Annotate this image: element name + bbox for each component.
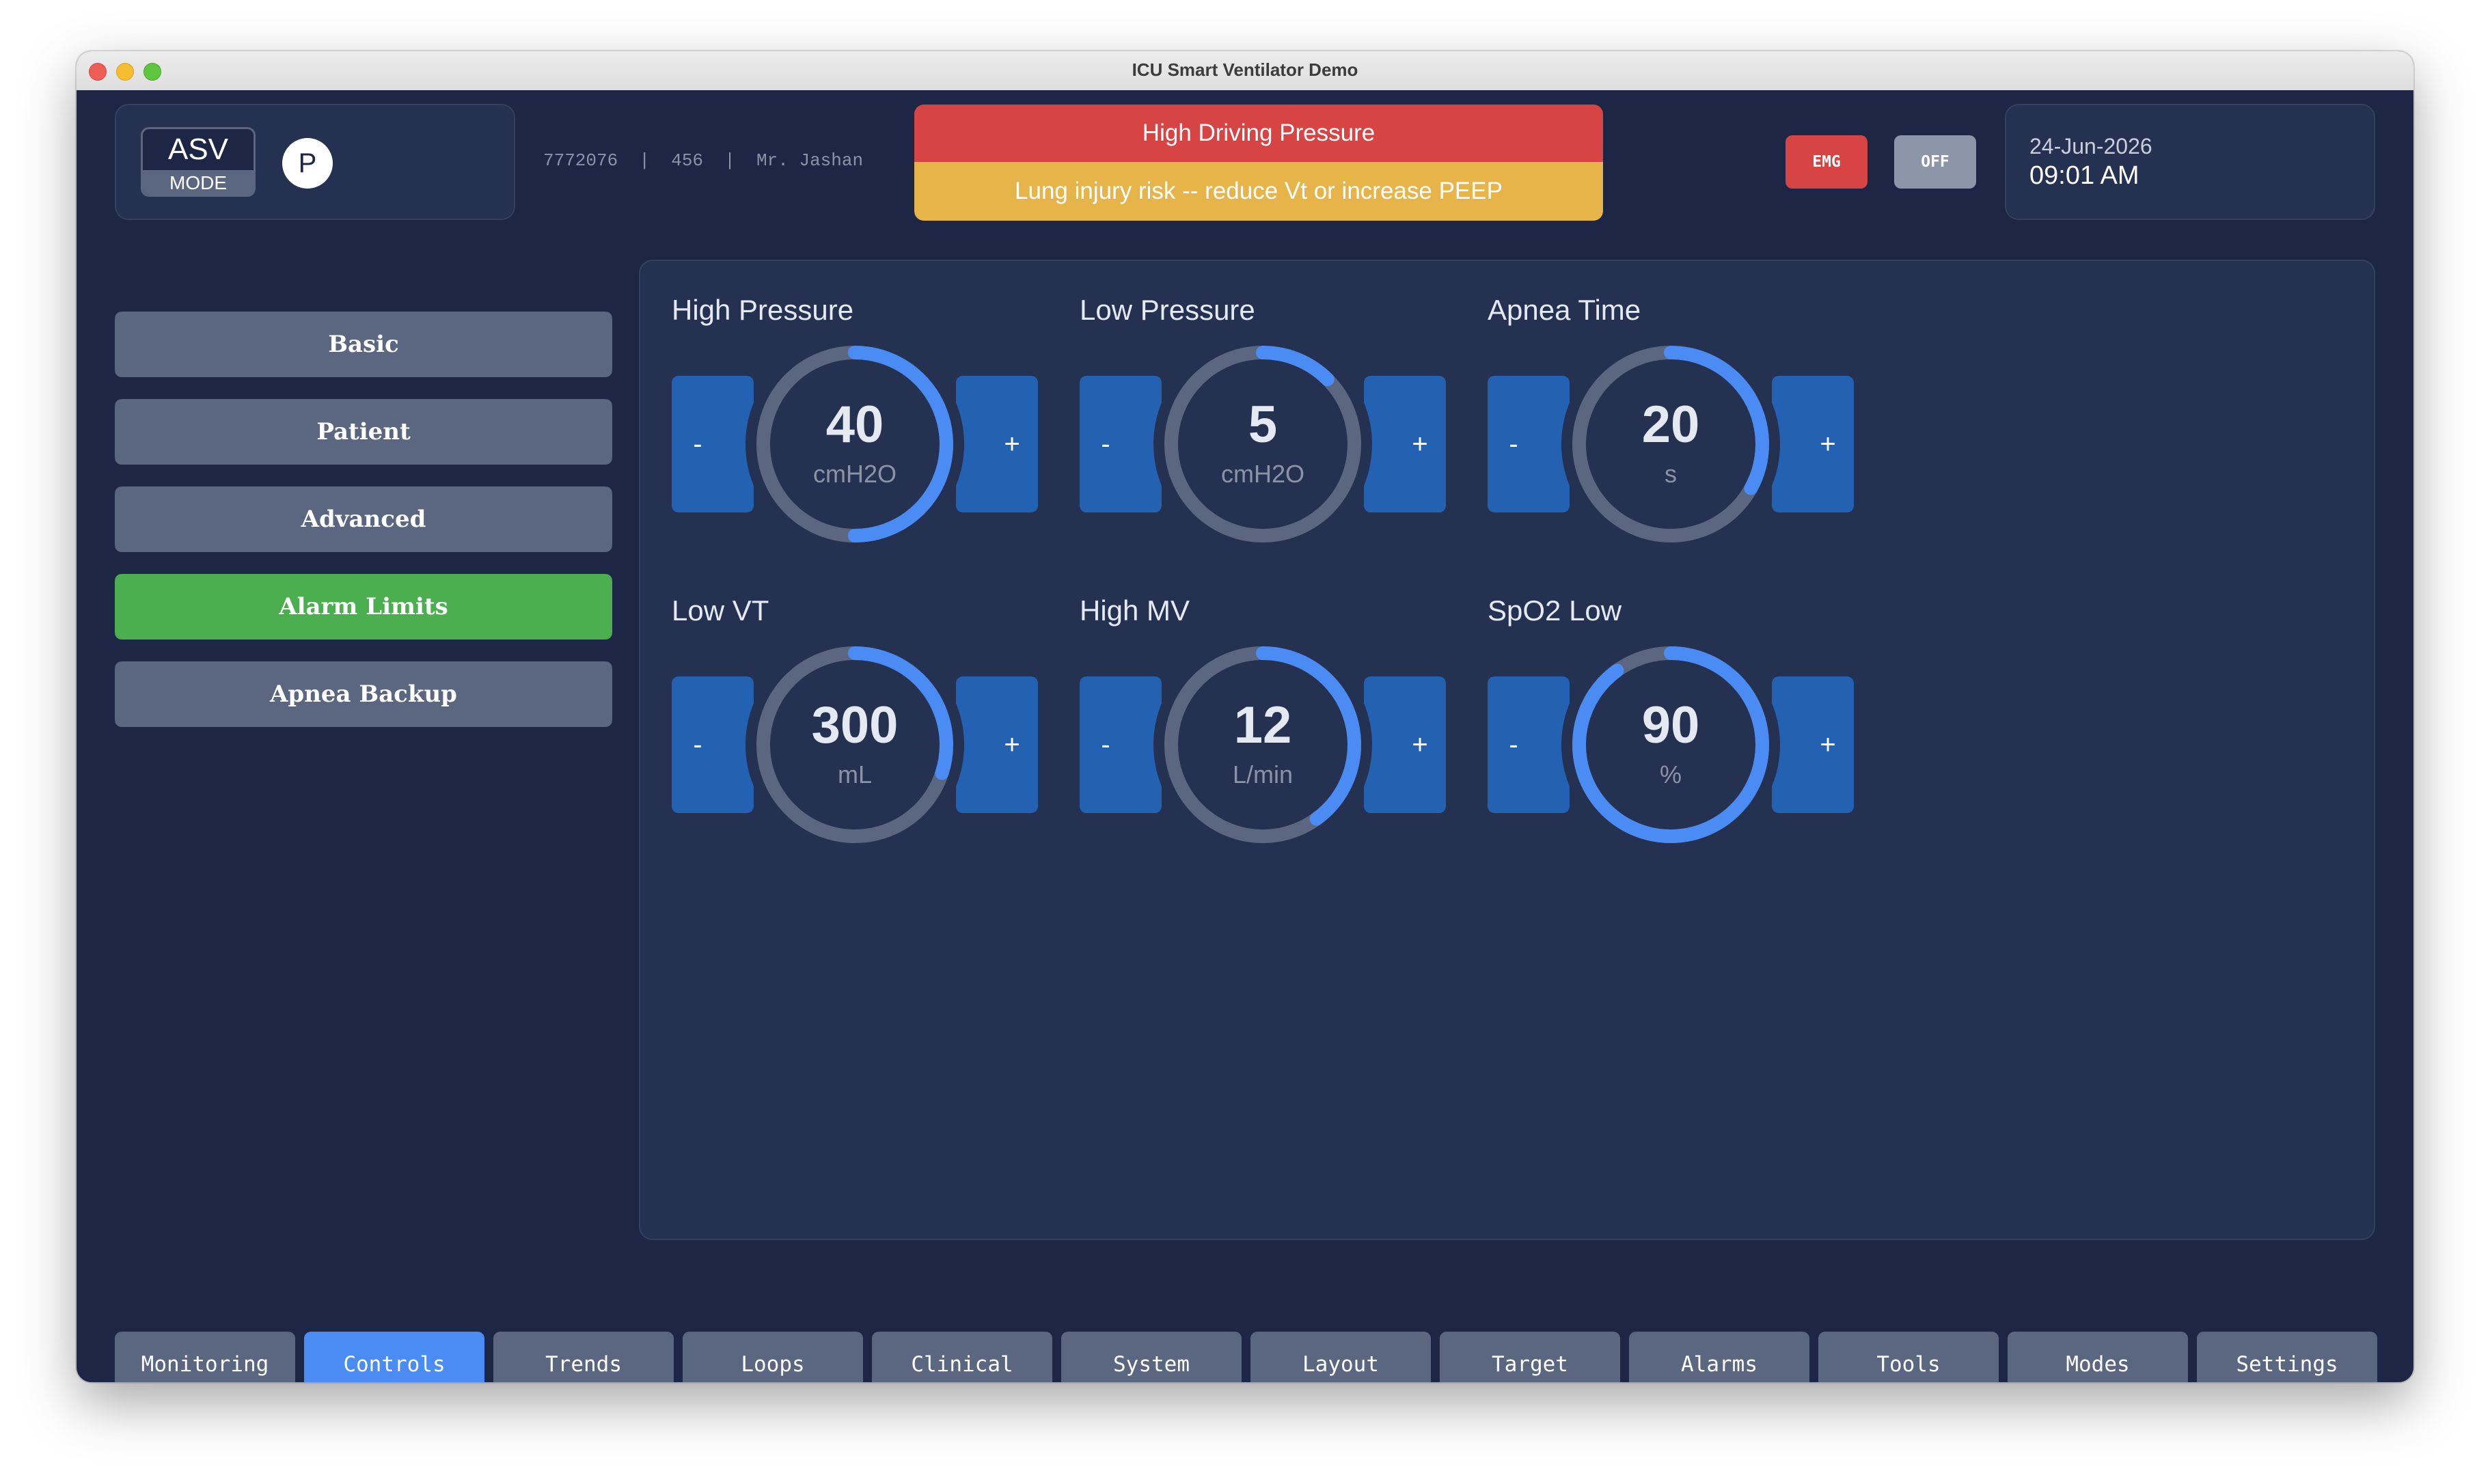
gauge-value: 90 [1641, 696, 1700, 754]
gauge[interactable]: 20 s [1561, 335, 1780, 553]
control-label: Apnea Time [1488, 294, 1641, 326]
alarm-title: High Driving Pressure [914, 105, 1603, 162]
nav-tab-controls[interactable]: Controls [304, 1332, 484, 1382]
sidebar-item-basic[interactable]: Basic [115, 312, 612, 377]
nav-tab-clinical[interactable]: Clinical [872, 1332, 1052, 1382]
minus-icon: - [1101, 429, 1110, 459]
minus-icon: - [1509, 429, 1518, 459]
control-high-pressure: High Pressure - + 40 cmH2O [672, 294, 1041, 567]
gauge-value: 300 [811, 696, 899, 754]
increase-button[interactable]: + [1364, 376, 1446, 512]
decrease-button[interactable]: - [1488, 376, 1570, 512]
title-bar: ICU Smart Ventilator Demo [77, 51, 2413, 92]
app-window: ICU Smart Ventilator Demo ASV MODE P 777… [77, 51, 2413, 1382]
gauge-unit: % [1659, 760, 1682, 788]
mode-badge[interactable]: ASV MODE [141, 127, 256, 197]
minus-icon: - [1101, 730, 1110, 760]
nav-tab-modes[interactable]: Modes [2008, 1332, 2188, 1382]
control-label: SpO2 Low [1488, 594, 1622, 627]
gauge[interactable]: 40 cmH2O [745, 335, 964, 553]
plus-icon: + [1820, 429, 1836, 459]
stepper: - + 90 % [1488, 635, 1854, 854]
increase-button[interactable]: + [1772, 376, 1854, 512]
increase-button[interactable]: + [956, 376, 1038, 512]
patient-info: 7772076 | 456 | Mr. Jashan [543, 150, 864, 171]
plus-icon: + [1820, 730, 1836, 760]
mode-label: MODE [143, 170, 254, 195]
gauge[interactable]: 5 cmH2O [1153, 335, 1372, 553]
stepper: - + 20 s [1488, 335, 1854, 553]
decrease-button[interactable]: - [1488, 676, 1570, 813]
nav-tab-layout[interactable]: Layout [1250, 1332, 1431, 1382]
sidebar-item-advanced[interactable]: Advanced [115, 486, 612, 552]
control-high-mv: High MV - + 12 L/min [1080, 594, 1449, 868]
control-low-pressure: Low Pressure - + 5 cmH2O [1080, 294, 1449, 567]
gauge-unit: cmH2O [812, 460, 897, 488]
plus-icon: + [1004, 429, 1020, 459]
window-title: ICU Smart Ventilator Demo [1132, 59, 1358, 80]
emergency-button[interactable]: EMG [1786, 135, 1868, 189]
gauge[interactable]: 90 % [1561, 635, 1780, 854]
nav-tab-target[interactable]: Target [1440, 1332, 1620, 1382]
mode-value: ASV [167, 133, 229, 166]
stepper: - + 40 cmH2O [672, 335, 1038, 553]
minus-icon: - [1509, 730, 1518, 760]
stepper: - + 300 mL [672, 635, 1038, 854]
gauge[interactable]: 12 L/min [1153, 635, 1372, 854]
sidebar-item-alarm-limits[interactable]: Alarm Limits [115, 574, 612, 640]
gauge-unit: s [1665, 460, 1677, 488]
decrease-button[interactable]: - [672, 676, 754, 813]
control-spo2-low: SpO2 Low - + 90 % [1488, 594, 1857, 868]
minus-icon: - [693, 429, 702, 459]
control-apnea-time: Apnea Time - + 20 s [1488, 294, 1857, 567]
nav-tab-tools[interactable]: Tools [1818, 1332, 1999, 1382]
gauge-value: 40 [825, 396, 884, 454]
sidebar-item-patient[interactable]: Patient [115, 399, 612, 465]
nav-tab-monitoring[interactable]: Monitoring [115, 1332, 295, 1382]
datetime-panel: 24-Jun-2026 09:01 AM [2005, 104, 2375, 220]
stepper: - + 5 cmH2O [1080, 335, 1446, 553]
ventilator-app: ASV MODE P 7772076 | 456 | Mr. Jashan Hi… [77, 90, 2413, 1382]
gauge-unit: cmH2O [1220, 460, 1304, 488]
gauge-unit: mL [837, 760, 872, 788]
date-text: 24-Jun-2026 [2029, 134, 2152, 159]
control-label: High Pressure [672, 294, 854, 326]
alarm-banner[interactable]: High Driving Pressure Lung injury risk -… [914, 105, 1603, 221]
nav-tab-settings[interactable]: Settings [2197, 1332, 2377, 1382]
gauge-value: 5 [1248, 396, 1278, 454]
plus-icon: + [1004, 730, 1020, 760]
nav-tab-loops[interactable]: Loops [683, 1332, 863, 1382]
increase-button[interactable]: + [1772, 676, 1854, 813]
increase-button[interactable]: + [1364, 676, 1446, 813]
increase-button[interactable]: + [956, 676, 1038, 813]
nav-tab-trends[interactable]: Trends [493, 1332, 674, 1382]
control-low-vt: Low VT - + 300 mL [672, 594, 1041, 868]
alarm-message: Lung injury risk -- reduce Vt or increas… [914, 162, 1603, 221]
decrease-button[interactable]: - [672, 376, 754, 512]
control-label: Low Pressure [1080, 294, 1255, 326]
alarm-limits-panel: High Pressure - + 40 cmH2O Low Pressure … [639, 260, 2375, 1240]
gauge-value: 20 [1641, 396, 1700, 454]
minus-icon: - [693, 730, 702, 760]
plus-icon: + [1412, 730, 1428, 760]
nav-tab-system[interactable]: System [1061, 1332, 1242, 1382]
mode-panel: ASV MODE P [115, 104, 515, 220]
time-text: 09:01 AM [2029, 161, 2139, 190]
decrease-button[interactable]: - [1080, 676, 1162, 813]
sidebar-item-apnea-backup[interactable]: Apnea Backup [115, 661, 612, 727]
control-label: High MV [1080, 594, 1190, 627]
control-label: Low VT [672, 594, 769, 627]
gauge-value: 12 [1233, 696, 1292, 754]
plus-icon: + [1412, 429, 1428, 459]
decrease-button[interactable]: - [1080, 376, 1162, 512]
gauge-unit: L/min [1232, 760, 1294, 788]
nav-tab-alarms[interactable]: Alarms [1629, 1332, 1809, 1382]
patient-type-badge[interactable]: P [282, 138, 333, 189]
stepper: - + 12 L/min [1080, 635, 1446, 854]
gauge[interactable]: 300 mL [745, 635, 964, 854]
off-button[interactable]: OFF [1894, 135, 1976, 189]
